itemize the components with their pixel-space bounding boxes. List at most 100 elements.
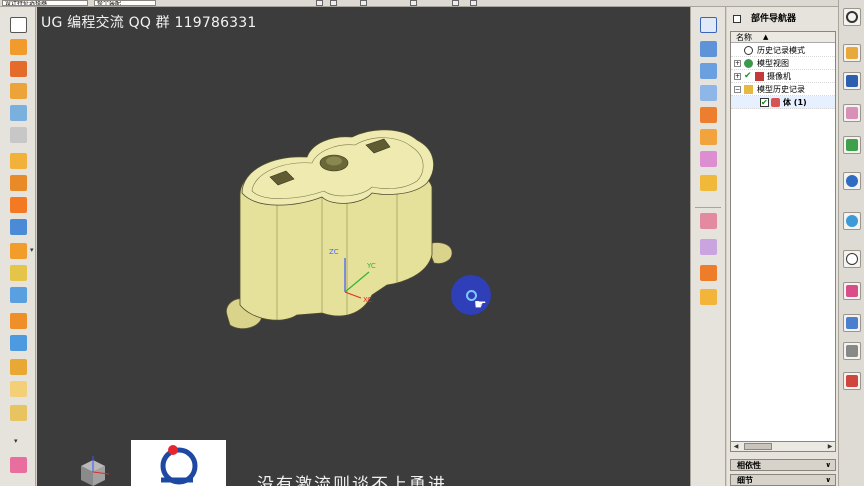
layer-icon[interactable] [700, 239, 717, 255]
roles-icon[interactable] [843, 342, 861, 360]
nx-cad-window: 设计特征选择器 整个装配 ▾ ▾ UG 编程交流 QQ 群 119786331 [0, 0, 864, 486]
sketch-icon[interactable] [10, 17, 27, 33]
pin-checkbox[interactable] [733, 15, 741, 23]
boss-icon[interactable] [10, 219, 27, 235]
hole-icon[interactable] [10, 197, 27, 213]
render-icon[interactable] [700, 151, 717, 167]
shell-icon[interactable] [10, 457, 27, 473]
assembly-navigator-icon[interactable] [843, 44, 861, 62]
orient-cube-icon[interactable] [73, 454, 113, 486]
visible-checkbox[interactable]: ✔ [760, 98, 769, 107]
history-icon[interactable] [843, 250, 861, 268]
hd3d-icon[interactable] [843, 172, 861, 190]
groove-icon[interactable] [10, 313, 27, 329]
hide-icon[interactable] [700, 265, 717, 281]
cone-icon[interactable] [10, 127, 27, 143]
block-icon[interactable] [10, 83, 27, 99]
snap-point-icon[interactable] [316, 0, 323, 6]
shade-icon[interactable] [700, 107, 717, 123]
body-icon [771, 98, 780, 107]
process-studio-icon[interactable] [843, 282, 861, 300]
views-icon [744, 59, 753, 68]
chevron-down-icon[interactable]: ∨ [825, 475, 831, 486]
axis-x-label: XC [363, 296, 372, 304]
video-subtitle: 没有激流则谈不上勇进 [257, 475, 447, 486]
qq-group-logo-icon [160, 445, 198, 485]
selection-toolbar: 设计特征选择器 整个装配 [0, 0, 864, 7]
hand-cursor-icon: ☛ [474, 297, 487, 313]
details-panel-bar[interactable]: 细节 ∨ [730, 474, 836, 486]
trim-icon[interactable] [10, 405, 27, 421]
slot-icon[interactable] [10, 287, 27, 303]
graphics-window[interactable]: UG 编程交流 QQ 群 119786331 ZC YC XC ☛ 没有激流则谈… [37, 7, 690, 486]
perspective-icon[interactable] [700, 175, 717, 191]
part-navigator-panel: 部件导航器 名称 ▲ 历史记录模式 + 模型视图 + ✔ 摄像机 − 模型历史记… [727, 7, 838, 486]
sort-up-icon[interactable]: ▲ [763, 32, 768, 43]
column-header[interactable]: 名称 ▲ [731, 32, 835, 43]
snap-intersect-icon[interactable] [470, 0, 477, 6]
axis-y-label: YC [366, 262, 376, 270]
collapse-icon[interactable]: − [734, 86, 741, 93]
camera-icon [755, 72, 764, 81]
wireframe-icon[interactable] [700, 129, 717, 145]
extrude-icon[interactable] [10, 39, 27, 55]
section-icon[interactable] [700, 213, 717, 229]
chevron-down-icon[interactable]: ∨ [825, 460, 831, 471]
system-materials-icon[interactable] [843, 372, 861, 390]
wcs-triad: ZC YC XC [329, 248, 376, 304]
part-navigator-icon[interactable] [843, 104, 861, 122]
navigator-tree[interactable]: 名称 ▲ 历史记录模式 + 模型视图 + ✔ 摄像机 − 模型历史记录 ✔ 体 … [730, 31, 836, 451]
logo-box [131, 440, 226, 486]
tree-item-model-history[interactable]: − 模型历史记录 [731, 83, 835, 96]
web-browser-icon[interactable] [843, 212, 861, 230]
unite-icon[interactable] [10, 335, 27, 351]
manufacturing-wizard-icon[interactable] [843, 314, 861, 332]
clock-icon [744, 46, 753, 55]
scroll-thumb[interactable] [744, 443, 772, 450]
folder-icon [744, 85, 753, 94]
column-name-label: 名称 [736, 33, 752, 42]
intersect-icon[interactable] [10, 381, 27, 397]
dependencies-panel-bar[interactable]: 相依性 ∨ [730, 459, 836, 471]
cylinder-icon[interactable] [10, 105, 27, 121]
tree-item-body[interactable]: ✔ 体 (1) [731, 96, 835, 109]
scroll-left-icon[interactable]: ◀ [731, 442, 741, 451]
scroll-right-icon[interactable]: ▶ [825, 442, 835, 451]
type-filter-dropdown[interactable]: 设计特征选择器 [2, 0, 88, 6]
feature-toolbar: ▾ ▾ [0, 7, 36, 486]
snap-quadrant-icon[interactable] [452, 0, 459, 6]
show-icon[interactable] [700, 289, 717, 305]
edge-blend-icon[interactable] [10, 153, 27, 169]
navigator-title: 部件导航器 [751, 14, 797, 24]
horizontal-scrollbar[interactable]: ◀ ▶ [730, 441, 836, 452]
view-rotate-icon[interactable] [700, 63, 717, 79]
navigator-header: 部件导航器 [727, 9, 838, 29]
view-fit-icon[interactable] [700, 17, 717, 33]
constraint-navigator-icon[interactable] [843, 72, 861, 90]
axis-z-label: ZC [329, 248, 339, 256]
view-pan-icon[interactable] [700, 85, 717, 101]
pad-icon[interactable] [10, 243, 27, 259]
snap-mid-icon[interactable] [360, 0, 367, 6]
watermark-title: UG 编程交流 QQ 群 119786331 [41, 15, 257, 31]
view-zoom-icon[interactable] [700, 41, 717, 57]
tree-item-model-views[interactable]: + 模型视图 [731, 57, 835, 70]
reuse-library-icon[interactable] [843, 136, 861, 154]
settings-icon[interactable] [843, 8, 861, 26]
tree-item-cameras[interactable]: + ✔ 摄像机 [731, 70, 835, 83]
view-toolbar [690, 7, 726, 486]
resource-bar [838, 0, 864, 486]
check-icon: ✔ [744, 71, 752, 81]
expand-icon[interactable]: + [734, 60, 741, 67]
subtract-icon[interactable] [10, 359, 27, 375]
revolve-icon[interactable] [10, 61, 27, 77]
expand-icon[interactable]: + [734, 73, 741, 80]
snap-center-icon[interactable] [410, 0, 417, 6]
selection-scope-dropdown[interactable]: 整个装配 [94, 0, 156, 6]
chamfer-icon[interactable] [10, 175, 27, 191]
tree-item-history-mode[interactable]: 历史记录模式 [731, 44, 835, 57]
more-dropdown-icon[interactable]: ▾ [30, 246, 34, 254]
snap-end-icon[interactable] [330, 0, 337, 6]
scroll-down-icon[interactable]: ▾ [14, 437, 18, 445]
pocket-icon[interactable] [10, 265, 27, 281]
